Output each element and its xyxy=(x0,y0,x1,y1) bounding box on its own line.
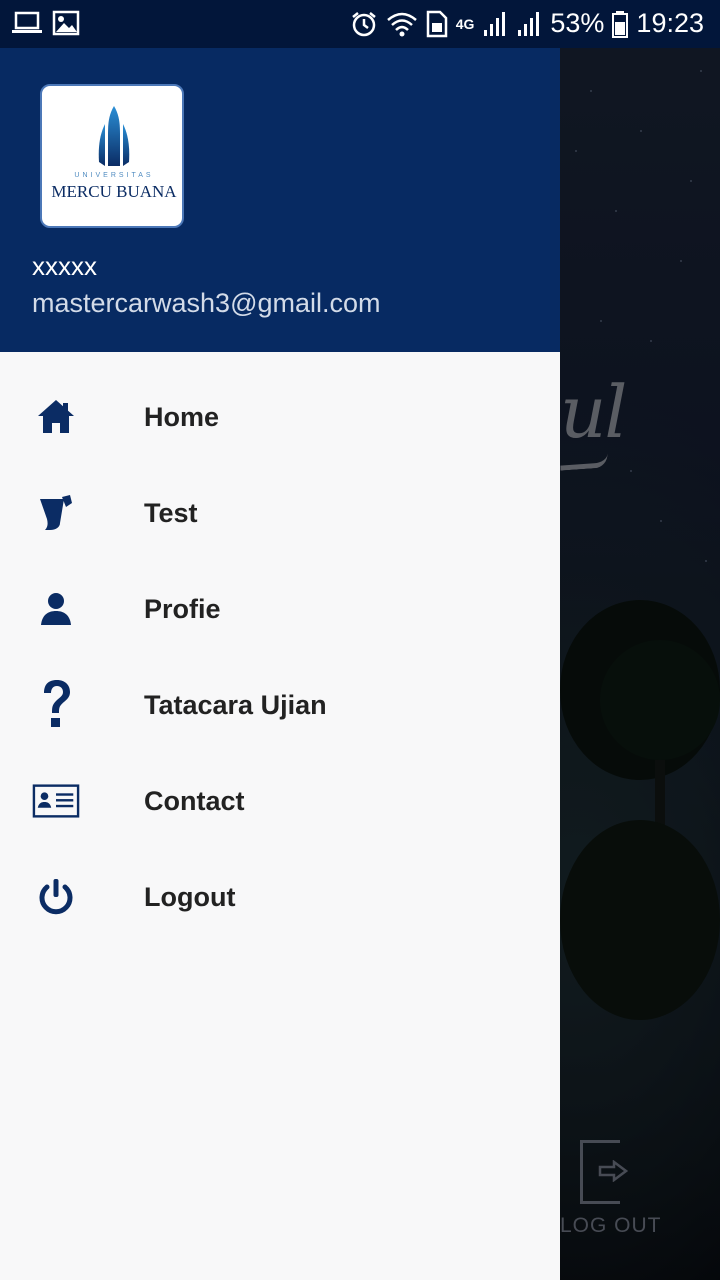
mercu-buana-emblem-icon xyxy=(98,106,130,166)
menu-label: Contact xyxy=(144,785,245,816)
menu-label: Logout xyxy=(144,881,236,912)
menu-item-contact[interactable]: Contact xyxy=(0,753,560,849)
menu-label: Home xyxy=(144,401,220,432)
home-icon xyxy=(32,393,80,441)
sim-card-icon xyxy=(426,10,447,37)
test-icon xyxy=(32,489,80,537)
alarm-icon xyxy=(351,11,376,36)
menu-label: Profie xyxy=(144,593,221,624)
menu-item-logout[interactable]: Logout xyxy=(0,849,560,945)
user-name: xxxxx xyxy=(32,251,97,281)
signal-icon xyxy=(518,11,540,36)
drawer-header: UNIVERSITAS MERCU BUANA xxxxx mastercarw… xyxy=(0,48,560,352)
network-type: 4G xyxy=(455,15,475,32)
battery-icon xyxy=(612,10,629,38)
menu-item-test[interactable]: Test xyxy=(0,465,560,561)
university-logo: UNIVERSITAS MERCU BUANA xyxy=(40,84,184,228)
menu-label: Tatacara Ujian xyxy=(144,689,327,720)
contact-card-icon xyxy=(32,777,80,825)
user-email: mastercarwash3@gmail.com xyxy=(32,288,381,318)
signal-icon xyxy=(484,11,506,36)
navigation-drawer: UNIVERSITAS MERCU BUANA xxxxx mastercarw… xyxy=(0,48,560,1280)
clock: 19:23 xyxy=(636,8,704,38)
logo-text: MERCU BUANA xyxy=(51,182,177,201)
laptop-icon xyxy=(12,11,42,33)
menu-item-home[interactable]: Home xyxy=(0,369,560,465)
menu-item-profile[interactable]: Profie xyxy=(0,561,560,657)
help-icon xyxy=(32,680,80,729)
menu-item-tatacara-ujian[interactable]: Tatacara Ujian xyxy=(0,657,560,753)
wifi-icon xyxy=(386,12,417,36)
status-bar: 4G 53% 19:23 xyxy=(0,0,720,48)
image-icon xyxy=(52,10,80,36)
menu-label: Test xyxy=(144,497,198,528)
battery-percent: 53% xyxy=(550,8,605,38)
power-icon xyxy=(32,873,80,921)
profile-icon xyxy=(32,585,80,633)
logo-small-text: UNIVERSITAS xyxy=(74,172,154,179)
drawer-menu: Home Test Profie Tatacara Ujian Contact … xyxy=(0,369,560,945)
